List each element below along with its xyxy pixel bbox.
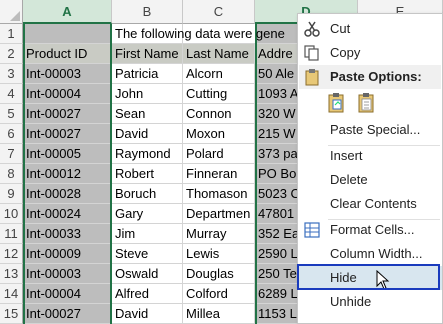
menu-copy[interactable]: Copy [298, 41, 442, 65]
menu-unhide[interactable]: Unhide [298, 290, 442, 314]
cell[interactable]: Int-00009 [23, 244, 112, 264]
row-header[interactable]: 7 [0, 144, 23, 164]
cell[interactable]: Int-00028 [23, 184, 112, 204]
cell[interactable]: Patricia [112, 64, 183, 84]
menu-clear-contents-label: Clear Contents [330, 196, 417, 211]
cell[interactable]: Alcorn [183, 64, 255, 84]
paste-option-buttons [328, 92, 388, 116]
cell[interactable]: Connon [183, 104, 255, 124]
cell[interactable]: John [112, 84, 183, 104]
selection-border [23, 24, 25, 324]
column-header-a[interactable]: A [23, 0, 112, 24]
cell[interactable]: Colford [183, 284, 255, 304]
cell[interactable]: Alfred [112, 284, 183, 304]
row-header[interactable]: 3 [0, 64, 23, 84]
format-cells-icon [304, 222, 320, 238]
cell[interactable] [23, 24, 112, 44]
row-header[interactable]: 15 [0, 304, 23, 324]
menu-column-width-label: Column Width... [330, 246, 423, 261]
cell[interactable]: Steve [112, 244, 183, 264]
row-header[interactable]: 1 [0, 24, 23, 44]
row-header[interactable]: 11 [0, 224, 23, 244]
menu-column-width[interactable]: Column Width... [298, 242, 442, 266]
row-header[interactable]: 2 [0, 44, 23, 64]
cell[interactable]: Int-00027 [23, 124, 112, 144]
menu-paste-special[interactable]: Paste Special... [298, 118, 442, 142]
cell[interactable]: Last Name [183, 44, 255, 64]
cell[interactable]: Int-00024 [23, 204, 112, 224]
cell[interactable]: Sean [112, 104, 183, 124]
cell[interactable]: Robert [112, 164, 183, 184]
cell[interactable]: The following data were gene [112, 24, 285, 44]
row-header[interactable]: 5 [0, 104, 23, 124]
cell[interactable]: Product ID [23, 44, 112, 64]
menu-cut[interactable]: Cut [298, 17, 442, 41]
cell[interactable]: Thomason [183, 184, 255, 204]
paste-values-icon[interactable] [358, 92, 376, 114]
scissors-icon [304, 21, 320, 37]
cell[interactable]: Int-00003 [23, 64, 112, 84]
cell[interactable]: Int-00003 [23, 264, 112, 284]
cell[interactable]: Int-00004 [23, 84, 112, 104]
cell[interactable]: Int-00027 [23, 304, 112, 324]
column-header-c[interactable]: C [183, 0, 255, 24]
menu-hide-label: Hide [330, 270, 357, 285]
cell[interactable]: Int-00012 [23, 164, 112, 184]
column-header-b[interactable]: B [112, 0, 183, 24]
copy-icon [304, 45, 319, 61]
menu-hide[interactable]: Hide [297, 264, 442, 290]
row-header[interactable]: 9 [0, 184, 23, 204]
row-header[interactable]: 6 [0, 124, 23, 144]
cell[interactable]: Jim [112, 224, 183, 244]
cell[interactable]: Millea [183, 304, 255, 324]
context-menu: Cut Copy Paste Options: Paste Special...… [297, 13, 443, 324]
row-header[interactable]: 8 [0, 164, 23, 184]
row-header[interactable]: 14 [0, 284, 23, 304]
cell[interactable]: Cutting [183, 84, 255, 104]
cell[interactable]: David [112, 304, 183, 324]
selection-border [110, 24, 112, 324]
cell[interactable]: Int-00033 [23, 224, 112, 244]
cell[interactable]: Moxon [183, 124, 255, 144]
cell[interactable]: Douglas [183, 264, 255, 284]
menu-insert[interactable]: Insert [298, 144, 442, 168]
selection-border [255, 24, 257, 324]
select-all-button[interactable] [0, 0, 23, 24]
row-header[interactable]: 4 [0, 84, 23, 104]
menu-insert-label: Insert [330, 148, 363, 163]
row-header[interactable]: 12 [0, 244, 23, 264]
cell[interactable]: David [112, 124, 183, 144]
cell[interactable]: Int-00027 [23, 104, 112, 124]
cell[interactable]: Int-00004 [23, 284, 112, 304]
cell[interactable]: Oswald [112, 264, 183, 284]
cell[interactable]: Boruch [112, 184, 183, 204]
cell[interactable]: Departmen [183, 204, 255, 224]
cell[interactable]: Murray [183, 224, 255, 244]
menu-format-cells-label: Format Cells... [330, 222, 415, 237]
menu-delete[interactable]: Delete [298, 168, 442, 192]
mouse-cursor-icon [376, 270, 390, 290]
cell[interactable]: First Name [112, 44, 183, 64]
menu-clear-contents[interactable]: Clear Contents [298, 192, 442, 216]
paste-options-label: Paste Options: [330, 69, 422, 84]
cell[interactable]: Lewis [183, 244, 255, 264]
paste-keep-formatting-icon[interactable] [328, 92, 346, 114]
cell[interactable]: Finneran [183, 164, 255, 184]
cell[interactable]: Int-00005 [23, 144, 112, 164]
row-header[interactable]: 13 [0, 264, 23, 284]
paste-icon [305, 69, 319, 86]
cell[interactable]: Raymond [112, 144, 183, 164]
menu-cut-label: Cut [330, 21, 351, 36]
paste-options-header: Paste Options: [299, 65, 441, 89]
menu-copy-label: Copy [330, 45, 361, 60]
menu-format-cells[interactable]: Format Cells... [298, 218, 442, 242]
menu-delete-label: Delete [330, 172, 368, 187]
cell[interactable]: Polard [183, 144, 255, 164]
row-header[interactable]: 10 [0, 204, 23, 224]
menu-paste-special-label: Paste Special... [330, 122, 421, 137]
cell[interactable]: Gary [112, 204, 183, 224]
menu-unhide-label: Unhide [330, 294, 372, 309]
